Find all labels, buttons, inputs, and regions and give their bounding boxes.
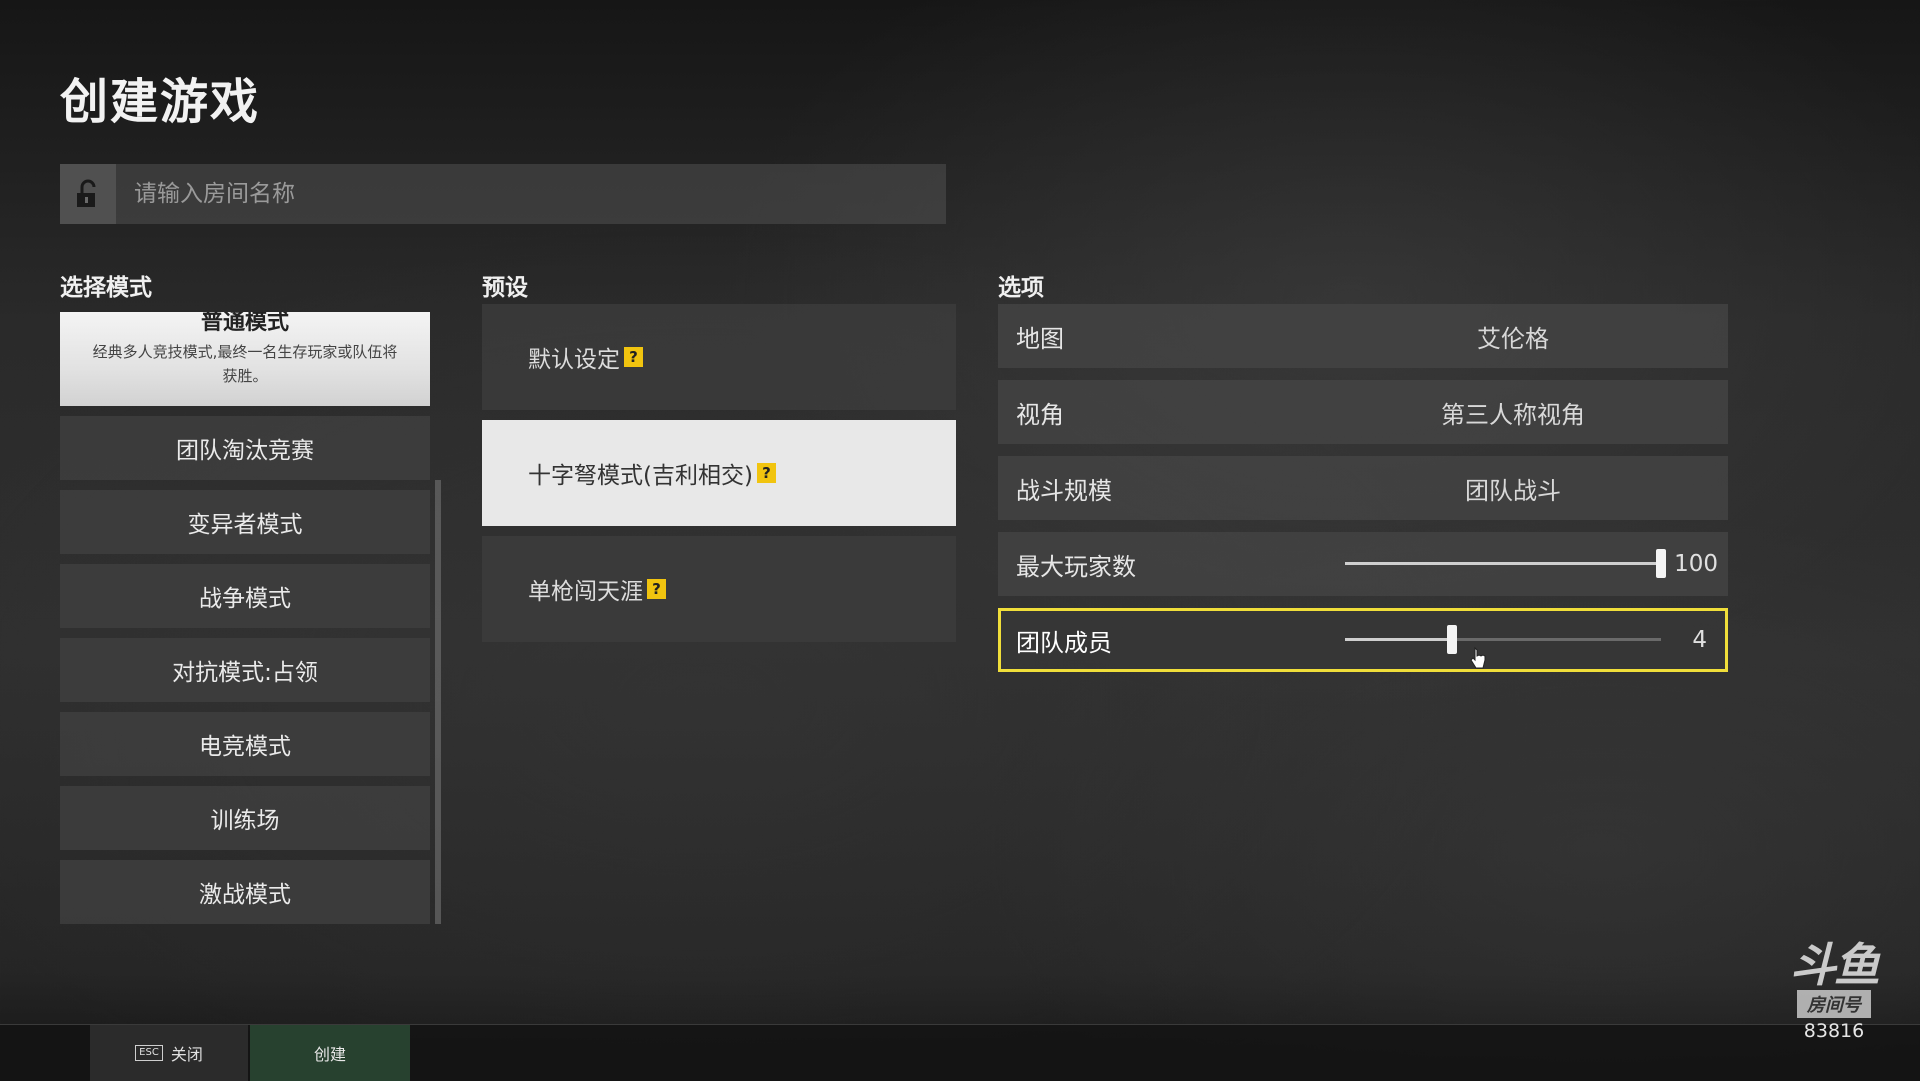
option-map[interactable]: 地图 艾伦格 xyxy=(998,304,1728,368)
create-button[interactable]: 创建 xyxy=(250,1025,410,1081)
option-perspective[interactable]: 视角 第三人称视角 xyxy=(998,380,1728,444)
preset-item-lone-gun[interactable]: 单枪闯天涯 ? xyxy=(482,536,956,642)
preset-item-default[interactable]: 默认设定 ? xyxy=(482,304,956,410)
option-max-players: 最大玩家数 100 xyxy=(998,532,1728,596)
option-battle-scale[interactable]: 战斗规模 团队战斗 xyxy=(998,456,1728,520)
mode-item[interactable]: 团队淘汰竞赛 xyxy=(60,416,430,480)
slider-value: 4 xyxy=(1692,627,1707,653)
lock-toggle-button[interactable] xyxy=(60,164,116,224)
room-name-bar xyxy=(60,164,954,224)
room-number-badge: 房间号 xyxy=(1797,990,1871,1018)
esc-key-icon: ESC xyxy=(135,1045,163,1061)
slider-value: 100 xyxy=(1674,551,1718,577)
option-label: 地图 xyxy=(1016,324,1064,353)
preset-section-title: 预设 xyxy=(482,275,528,301)
mode-list: 普通模式 经典多人竞技模式,最终一名生存玩家或队伍将获胜。 团队淘汰竞赛 变异者… xyxy=(60,312,430,924)
option-value: 第三人称视角 xyxy=(1441,400,1585,429)
option-value: 艾伦格 xyxy=(1477,324,1549,353)
douyu-watermark: 斗鱼 房间号 83816 xyxy=(1778,940,1890,1042)
option-value: 团队战斗 xyxy=(1465,476,1561,505)
page-title: 创建游戏 xyxy=(60,74,261,130)
room-name-input[interactable] xyxy=(116,164,954,224)
help-icon[interactable]: ? xyxy=(624,347,643,367)
preset-item-crossbow[interactable]: 十字弩模式(吉利相交) ? xyxy=(482,420,956,526)
help-icon[interactable]: ? xyxy=(647,579,666,599)
team-members-slider[interactable] xyxy=(1345,625,1661,654)
slider-thumb[interactable] xyxy=(1447,625,1458,654)
create-label: 创建 xyxy=(313,1045,346,1064)
option-label: 视角 xyxy=(1016,400,1064,429)
slider-fill xyxy=(1345,562,1661,565)
option-label: 团队成员 xyxy=(1016,628,1112,657)
close-label: 关闭 xyxy=(170,1045,203,1064)
room-number: 83816 xyxy=(1803,1020,1865,1042)
preset-label: 默认设定 xyxy=(528,347,620,373)
mode-list-scrollbar[interactable] xyxy=(435,480,441,924)
bottom-bar: ESC 关闭 创建 xyxy=(0,1024,1920,1081)
mode-section-title: 选择模式 xyxy=(60,275,152,301)
mode-featured-normal[interactable]: 普通模式 经典多人竞技模式,最终一名生存玩家或队伍将获胜。 xyxy=(60,312,430,406)
max-players-slider[interactable] xyxy=(1345,549,1666,578)
option-label: 最大玩家数 xyxy=(1016,552,1136,581)
mode-item[interactable]: 对抗模式:占领 xyxy=(60,638,430,702)
mouse-cursor-icon xyxy=(1470,646,1486,669)
slider-thumb[interactable] xyxy=(1656,549,1666,578)
douyu-logo: 斗鱼 xyxy=(1790,938,1880,992)
mode-item[interactable]: 训练场 xyxy=(60,786,430,850)
slider-fill xyxy=(1345,638,1453,641)
preset-label: 单枪闯天涯 xyxy=(528,579,643,605)
options-section-title: 选项 xyxy=(998,275,1044,301)
mode-item[interactable]: 激战模式 xyxy=(60,860,430,924)
option-team-members: 团队成员 4 xyxy=(998,608,1728,672)
preset-label: 十字弩模式(吉利相交) xyxy=(528,463,753,489)
mode-featured-description: 经典多人竞技模式,最终一名生存玩家或队伍将获胜。 xyxy=(92,343,398,385)
mode-item[interactable]: 变异者模式 xyxy=(60,490,430,554)
mode-item[interactable]: 战争模式 xyxy=(60,564,430,628)
mode-item[interactable]: 电竞模式 xyxy=(60,712,430,776)
unlock-icon xyxy=(77,179,96,207)
close-button[interactable]: ESC 关闭 xyxy=(90,1025,248,1081)
mode-featured-title: 普通模式 xyxy=(200,312,289,335)
help-icon[interactable]: ? xyxy=(756,463,776,483)
option-label: 战斗规模 xyxy=(1016,476,1112,505)
